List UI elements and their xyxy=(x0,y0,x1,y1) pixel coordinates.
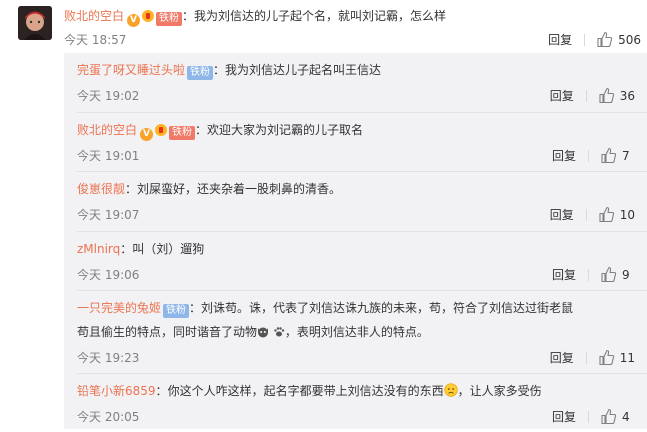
paw-emoji-icon xyxy=(273,325,285,337)
list-item: 铅笔小新6859：你这个人咋这样，起名字都要带上刘信达没有的东西 ，让人家多受伤 … xyxy=(64,374,647,432)
iron-fan-badge: 铁粉 xyxy=(163,304,190,318)
username-link[interactable]: 铅笔小新6859 xyxy=(77,384,156,398)
username-link[interactable]: 一只完美的兔姬 xyxy=(77,301,161,315)
list-item: 完蛋了呀又睡过头啦 铁粉 ：我为刘信达儿子起名叫王信达 今天 19:02 回复 36 xyxy=(77,63,635,104)
username-link[interactable]: 败北的空白 xyxy=(64,9,124,23)
comment-time: 今天 19:02 xyxy=(77,89,140,103)
username-link[interactable]: 俊崽很靓 xyxy=(77,182,125,196)
thumbs-up-icon[interactable] xyxy=(600,408,617,425)
list-item: 一只完美的兔姬 铁粉 ：刘诛苟。诛，代表了刘信达诛九族的未来，苟，符合了刘信达过街老… xyxy=(77,301,635,366)
reply-button[interactable]: 回复 xyxy=(548,31,572,48)
comment-thread: 败北的空白 V 铁粉 ：我为刘信达的儿子起个名，就叫刘记霸，怎么样 今天 18:57 … xyxy=(0,0,647,429)
reply-button[interactable]: 回复 xyxy=(550,349,574,366)
thumbs-up-icon[interactable] xyxy=(596,31,613,48)
like-count: 7 xyxy=(622,148,630,163)
thumbs-up-icon[interactable] xyxy=(600,266,617,283)
comment-time: 今天 18:57 xyxy=(64,33,127,47)
divider xyxy=(584,33,586,46)
iron-fan-badge: 铁粉 xyxy=(156,12,183,26)
username-link[interactable]: 败北的空白 xyxy=(77,123,137,137)
comment-text: 叫（刘）遛狗 xyxy=(132,242,205,256)
comment-text-continued: 苟且偷生的特点，同时谐音了动物 xyxy=(77,325,258,339)
comment-time: 今天 19:23 xyxy=(77,351,140,365)
iron-fan-badge: 铁粉 xyxy=(169,126,196,140)
comment-text: 我为刘信达儿子起名叫王信达 xyxy=(225,63,382,77)
comment-text: 我为刘信达的儿子起个名，就叫刘记霸，怎么样 xyxy=(194,9,447,23)
reply-list: 完蛋了呀又睡过头啦 铁粉 ：我为刘信达儿子起名叫王信达 今天 19:02 回复 36… xyxy=(64,53,647,429)
list-item: 败北的空白 V 铁粉 ：欢迎大家为刘记霸的儿子取名 今天 19:01 回复 7 xyxy=(64,113,647,171)
reply-button[interactable]: 回复 xyxy=(552,147,576,164)
comment-text: 刘屎蛮好，还夹杂着一股刺鼻的清香。 xyxy=(137,182,342,196)
sad-face-emoji-icon xyxy=(443,383,458,397)
main-comment-line: 败北的空白 V 铁粉 ：我为刘信达的儿子起个名，就叫刘记霸，怎么样 xyxy=(64,9,447,27)
iron-fan-badge: 铁粉 xyxy=(187,66,214,80)
comment-text: 你这个人咋这样，起名字都要带上刘信达没有的东西 xyxy=(167,384,444,398)
dog-emoji-icon xyxy=(257,325,269,338)
reply-button[interactable]: 回复 xyxy=(552,266,576,283)
fan-medal-icon xyxy=(142,10,155,22)
comment-text-continued: ，让人家多受伤 xyxy=(457,384,542,398)
comment-time: 今天 19:07 xyxy=(77,208,140,222)
comment-time: 今天 19:01 xyxy=(77,149,140,163)
thumbs-up-icon[interactable] xyxy=(598,349,615,366)
comment-text: 欢迎大家为刘记霸的儿子取名 xyxy=(207,123,364,137)
like-count: 10 xyxy=(619,207,635,222)
like-count: 506 xyxy=(618,32,641,47)
like-count: 9 xyxy=(622,267,630,282)
avatar[interactable] xyxy=(18,6,52,40)
reply-button[interactable]: 回复 xyxy=(550,206,574,223)
main-comment: 败北的空白 V 铁粉 ：我为刘信达的儿子起个名，就叫刘记霸，怎么样 今天 18:57 … xyxy=(0,0,647,51)
list-item: zMlnirq：叫（刘）遛狗 今天 19:06 回复 9 xyxy=(64,232,647,290)
like-count: 11 xyxy=(619,350,635,365)
fan-medal-icon xyxy=(155,124,168,136)
comment-text: 刘诛苟。诛，代表了刘信达诛九族的未来，苟，符合了刘信达过街老鼠 xyxy=(201,301,574,315)
username-link[interactable]: 完蛋了呀又睡过头啦 xyxy=(77,63,185,77)
comment-time: 今天 19:06 xyxy=(77,268,140,282)
thumbs-up-icon[interactable] xyxy=(600,147,617,164)
list-item: 俊崽很靓：刘屎蛮好，还夹杂着一股刺鼻的清香。 今天 19:07 回复 10 xyxy=(77,182,635,223)
verified-icon: V xyxy=(140,128,154,141)
reply-button[interactable]: 回复 xyxy=(550,87,574,104)
like-count: 36 xyxy=(619,88,635,103)
comment-time: 今天 20:05 xyxy=(77,410,140,424)
thumbs-up-icon[interactable] xyxy=(598,87,615,104)
comment-text-continued: ，表明刘信达非人的特点。 xyxy=(284,325,429,339)
reply-button[interactable]: 回复 xyxy=(552,408,576,425)
thumbs-up-icon[interactable] xyxy=(598,206,615,223)
verified-icon: V xyxy=(127,14,141,27)
like-count: 4 xyxy=(622,409,630,424)
username-link[interactable]: zMlnirq xyxy=(77,242,120,256)
comment-actions: 回复 506 xyxy=(548,31,641,48)
